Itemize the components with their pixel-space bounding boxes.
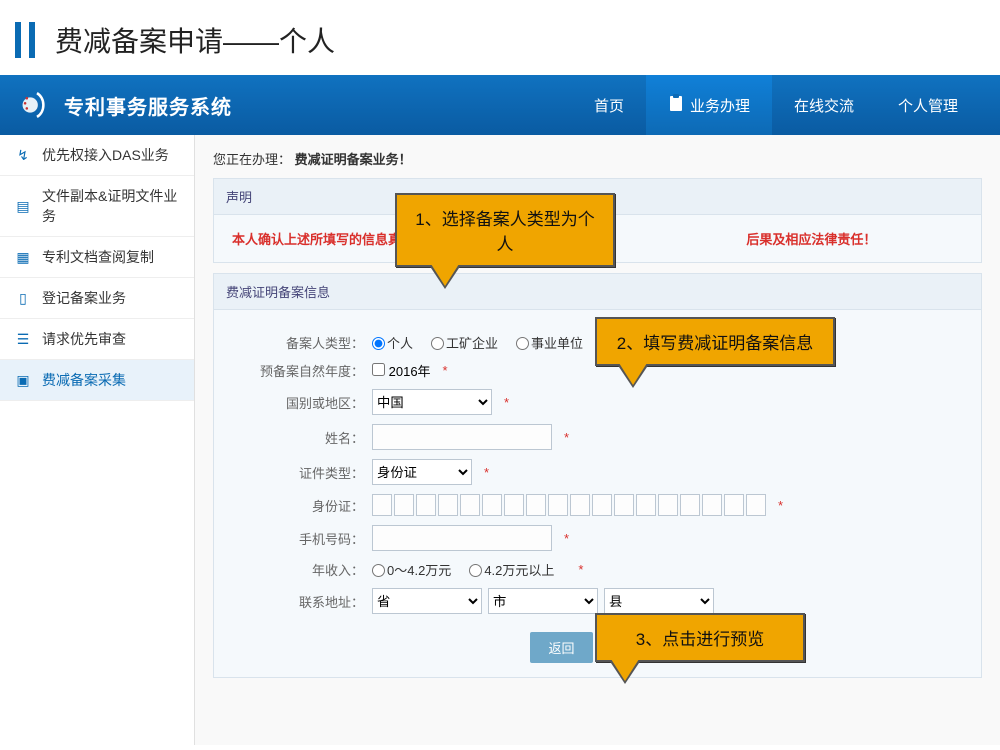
app-name: 专利事务服务系统 [64,91,232,120]
sidebar-item-das[interactable]: ↯ 优先权接入DAS业务 [0,135,194,176]
list-icon: ☰ [14,330,32,348]
phone-input[interactable] [372,525,552,551]
city-select[interactable]: 市 [488,588,598,614]
nav-home[interactable]: 首页 [572,75,646,135]
income-low[interactable]: 0～4.2万元 [372,560,451,579]
country-select[interactable]: 中国 [372,389,492,415]
app-header: 专利事务服务系统 首页 业务办理 在线交流 个人管理 [0,75,1000,135]
row-idtype: 证件类型： 身份证 * [232,459,963,485]
opt-enterprise[interactable]: 工矿企业 [431,333,498,352]
province-select[interactable]: 省 [372,588,482,614]
row-name: 姓名： * [232,424,963,450]
nav-home-label: 首页 [594,95,624,116]
label-phone: 手机号码： [232,529,372,548]
crumb-prefix: 您正在办理： [213,152,291,167]
county-select[interactable]: 县 [604,588,714,614]
sidebar-item-label: 费减备案采集 [42,370,126,390]
nav-personal[interactable]: 个人管理 [876,75,980,135]
callout-2: 2、填写费减证明备案信息 [595,317,835,366]
label-name: 姓名： [232,428,372,447]
required-mark: * [484,465,489,480]
required-mark: * [504,395,509,410]
year-checkbox[interactable] [372,363,385,376]
files-icon: ▦ [14,248,32,266]
year-checkbox-wrap[interactable]: 2016年 [372,361,431,380]
required-mark: * [578,562,583,577]
callout-3-text: 3、点击进行预览 [636,630,764,649]
label-address: 联系地址： [232,592,372,611]
name-input[interactable] [372,424,552,450]
sidebar-item-label: 请求优先审查 [42,329,126,349]
page-title-text: 费减备案申请——个人 [55,20,335,60]
nav-business-label: 业务办理 [690,95,750,116]
crumb-current: 费减证明备案业务！ [295,152,412,167]
required-mark: * [443,363,448,378]
sidebar-item-label: 专利文档查阅复制 [42,247,154,267]
nav-personal-label: 个人管理 [898,95,958,116]
link-icon: ↯ [14,146,32,164]
label-year: 预备案自然年度： [232,361,372,380]
income-high[interactable]: 4.2万元以上 [469,560,554,579]
row-country: 国别或地区： 中国 * [232,389,963,415]
row-phone: 手机号码： * [232,525,963,551]
label-applicant-type: 备案人类型： [232,333,372,352]
sidebar-item-register[interactable]: ▯ 登记备案业务 [0,278,194,319]
breadcrumb: 您正在办理： 费减证明备案业务！ [213,149,982,168]
required-mark: * [564,531,569,546]
row-address: 联系地址： 省 市 县 [232,588,963,614]
required-mark: * [778,498,783,513]
doc-icon: ▤ [14,197,32,215]
page-title: 费减备案申请——个人 [0,0,1000,75]
panel-info-header: 费减证明备案信息 [214,274,981,310]
phone-icon: ▯ [14,289,32,307]
radio-individual[interactable] [372,337,385,350]
year-value: 2016年 [389,364,431,379]
idtype-select[interactable]: 身份证 [372,459,472,485]
app-logo-wrap: 专利事务服务系统 [20,88,232,122]
label-idnum: 身份证： [232,496,372,515]
sidebar-item-feereduce[interactable]: ▣ 费减备案采集 [0,360,194,401]
callout-3: 3、点击进行预览 [595,613,805,662]
radio-enterprise[interactable] [431,337,444,350]
title-accent [15,22,21,58]
callout-1: 1、选择备案人类型为个人 [395,193,615,267]
row-idnum: 身份证： * [232,494,963,516]
callout-2-text: 2、填写费减证明备案信息 [617,334,813,353]
radio-income-low[interactable] [372,564,385,577]
opt-institution[interactable]: 事业单位 [516,333,583,352]
back-button[interactable]: 返回 [530,632,592,663]
main: 您正在办理： 费减证明备案业务！ 声明 本人确认上述所填写的信息真实可 XXXX… [195,135,1000,745]
callout-1-text: 1、选择备案人类型为个人 [415,210,594,254]
main-nav: 首页 业务办理 在线交流 个人管理 [572,75,980,135]
sidebar-item-label: 登记备案业务 [42,288,126,308]
label-income: 年收入： [232,560,372,579]
title-accent2 [29,22,35,58]
collect-icon: ▣ [14,371,32,389]
nav-business[interactable]: 业务办理 [646,75,772,135]
radio-institution[interactable] [516,337,529,350]
radio-income-high[interactable] [469,564,482,577]
label-country: 国别或地区： [232,393,372,412]
sidebar: ↯ 优先权接入DAS业务 ▤ 文件副本&证明文件业务 ▦ 专利文档查阅复制 ▯ 登记备案… [0,135,195,745]
declaration-text-right: 后果及相应法律责任！ [746,232,876,247]
opt-individual[interactable]: 个人 [372,333,413,352]
app-logo-icon [20,88,54,122]
sidebar-item-label: 优先权接入DAS业务 [42,145,169,165]
id-cells[interactable] [372,494,766,516]
row-income: 年收入： 0～4.2万元 4.2万元以上 * [232,560,963,579]
sidebar-item-copies[interactable]: ▤ 文件副本&证明文件业务 [0,176,194,237]
required-mark: * [564,430,569,445]
sidebar-item-priority[interactable]: ☰ 请求优先审查 [0,319,194,360]
sidebar-item-archive[interactable]: ▦ 专利文档查阅复制 [0,237,194,278]
label-idtype: 证件类型： [232,463,372,482]
content-wrap: ↯ 优先权接入DAS业务 ▤ 文件副本&证明文件业务 ▦ 专利文档查阅复制 ▯ 登记备案… [0,135,1000,745]
clipboard-icon [668,94,684,116]
sidebar-item-label: 文件副本&证明文件业务 [42,186,180,226]
nav-chat[interactable]: 在线交流 [772,75,876,135]
nav-chat-label: 在线交流 [794,95,854,116]
